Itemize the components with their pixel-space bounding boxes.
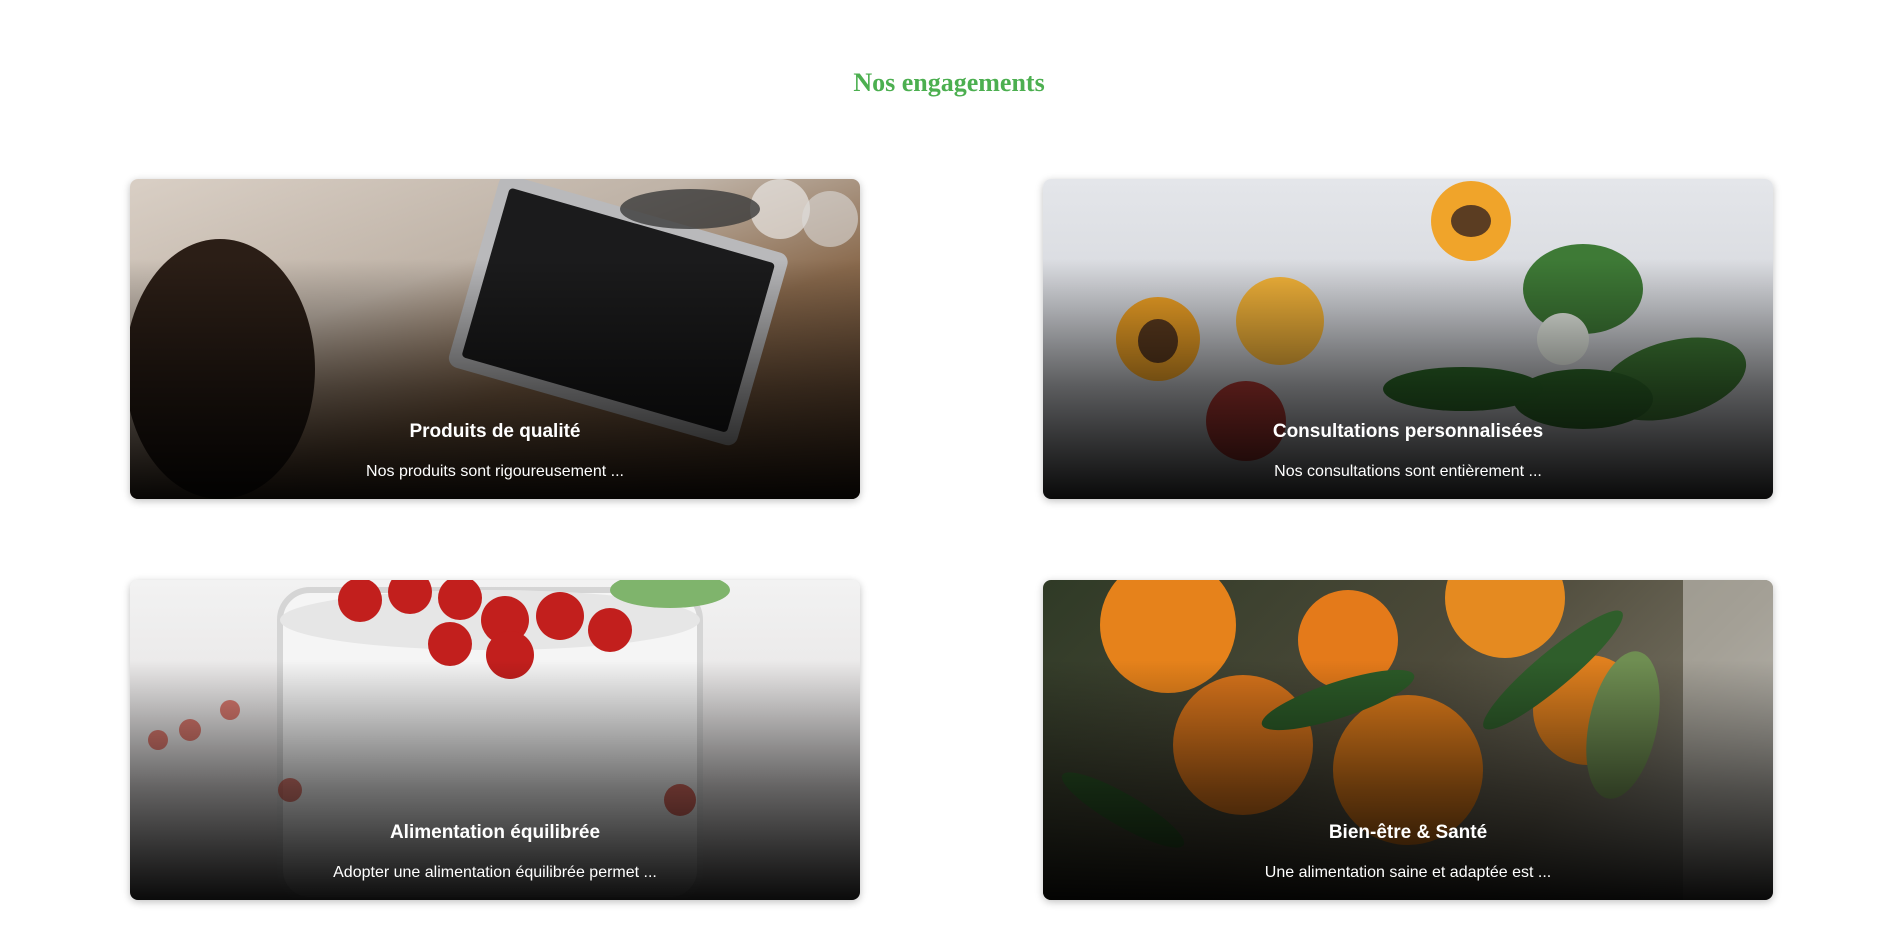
card-title: Alimentation équilibrée — [389, 822, 601, 843]
card-title: Produits de qualité — [409, 421, 581, 442]
card-wellbeing-health[interactable]: Bien-être & Santé Une alimentation saine… — [1043, 580, 1773, 900]
card-personal-consultations[interactable]: Consultations personnalisées Nos consult… — [1043, 179, 1773, 499]
card-description: Nos consultations sont entièrement ... — [1274, 463, 1542, 480]
card-description: Nos produits sont rigoureusement ... — [366, 463, 624, 480]
section-title: Nos engagements — [853, 68, 1045, 97]
card-description: Adopter une alimentation équilibrée perm… — [333, 864, 657, 881]
card-title: Bien-être & Santé — [1328, 822, 1488, 843]
card-balanced-diet[interactable]: Alimentation équilibrée Adopter une alim… — [130, 580, 860, 900]
card-description: Une alimentation saine et adaptée est ..… — [1264, 864, 1552, 881]
card-quality-products[interactable]: Produits de qualité Nos produits sont ri… — [130, 179, 860, 499]
card-title: Consultations personnalisées — [1272, 421, 1544, 442]
